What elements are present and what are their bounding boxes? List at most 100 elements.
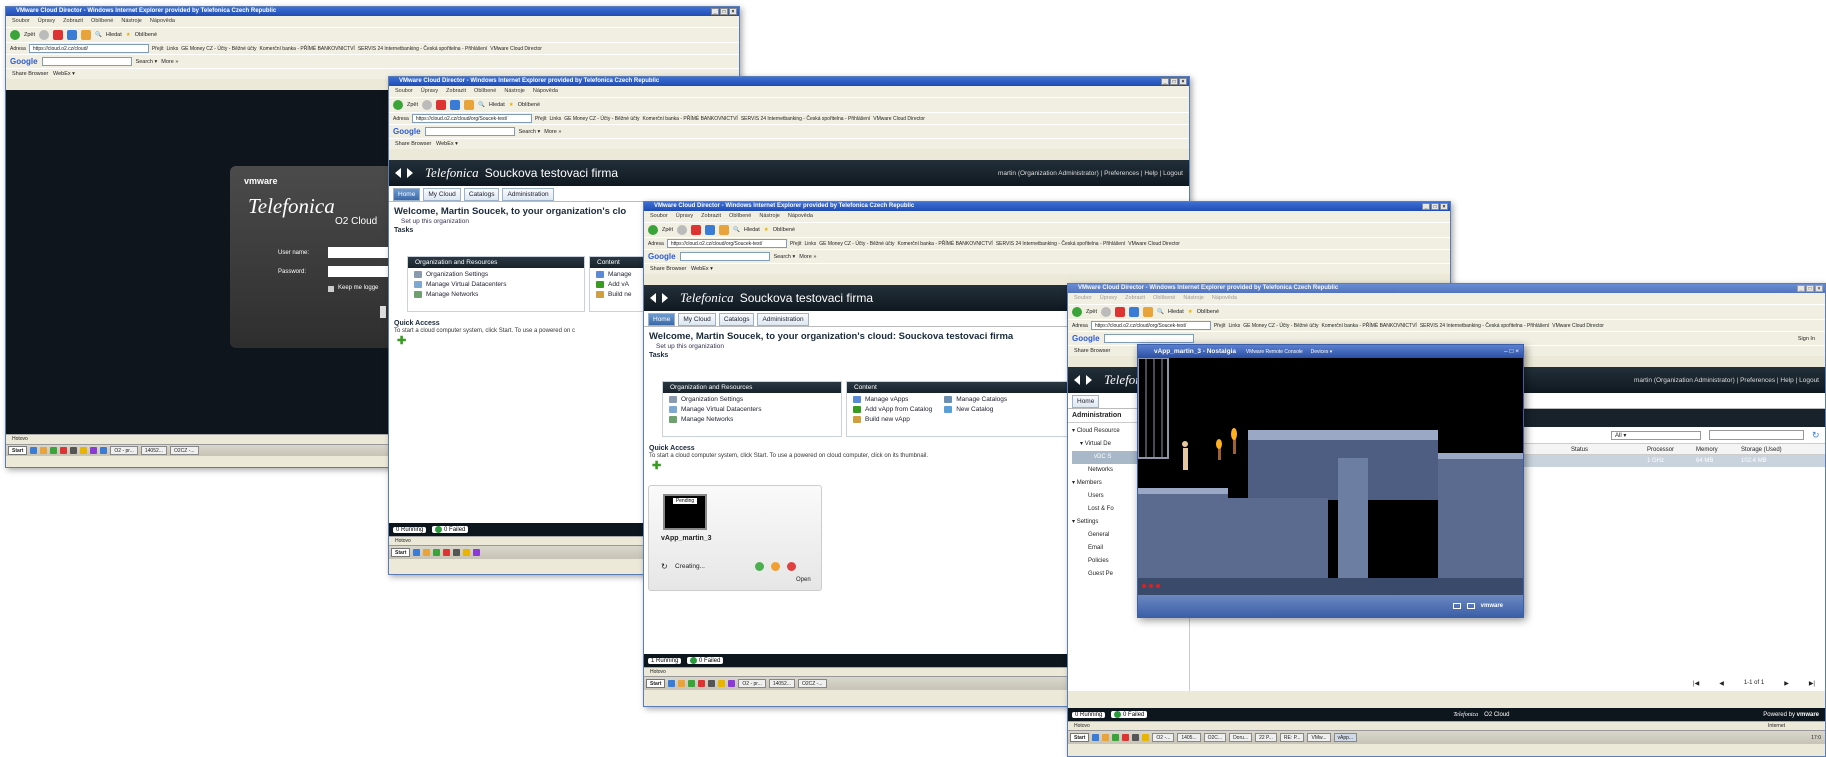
preferences-link[interactable]: Preferences (1740, 377, 1775, 384)
tab-catalogs[interactable]: Catalogs (718, 313, 755, 326)
taskbar-button[interactable]: 14052... (768, 679, 795, 688)
link-komercni[interactable]: Komerční banka - PŘÍMÉ BANKOVNICTVÍ (898, 241, 993, 247)
favorites-icon[interactable]: ★ (1188, 309, 1193, 315)
org-settings-item[interactable]: Organization Settings (663, 393, 841, 403)
stop-icon[interactable] (787, 562, 796, 571)
failed-badge[interactable]: 0 Failed (687, 656, 724, 665)
share-browser-button[interactable]: Share Browser (395, 141, 431, 147)
taskbar-button[interactable]: 22 P... (1255, 733, 1277, 742)
prev-page-icon[interactable]: ◀ (1719, 680, 1724, 687)
taskbar-button[interactable]: 1405... (1177, 733, 1201, 742)
webex-button[interactable]: WebEx ▾ (436, 141, 458, 147)
search-icon[interactable]: 🔍 (95, 32, 102, 38)
back-icon[interactable] (10, 30, 20, 40)
address-input[interactable]: https://cloud.o2.cz/cloud/org/Soucek-tes… (411, 114, 532, 123)
maximize-icon[interactable]: □ (1806, 285, 1814, 292)
help-link[interactable]: Help (1144, 170, 1157, 177)
menu-favorites[interactable]: Oblíbené (729, 213, 751, 219)
new-catalog-item[interactable]: New Catalog (938, 403, 1007, 413)
logout-link[interactable]: Logout (1163, 170, 1183, 177)
filter-search[interactable] (1709, 430, 1804, 440)
maximize-icon[interactable]: □ (1431, 203, 1439, 210)
refresh-icon[interactable]: ↻ (1812, 430, 1820, 441)
google-search-button[interactable]: Search ▾ (519, 129, 541, 135)
menu-help[interactable]: Nápověda (150, 18, 175, 24)
forward-icon[interactable] (422, 100, 433, 110)
sign-in-button[interactable]: Sign In (1798, 336, 1815, 342)
search-icon[interactable]: 🔍 (478, 102, 485, 108)
menu-file[interactable]: Soubor (650, 213, 668, 219)
back-icon[interactable] (1072, 307, 1082, 317)
refresh-icon[interactable] (1129, 307, 1140, 317)
pause-icon[interactable] (771, 562, 780, 571)
quicklaunch-icon[interactable] (678, 680, 686, 687)
quicklaunch-icon[interactable] (453, 549, 461, 556)
menu-help[interactable]: Nápověda (788, 213, 813, 219)
link-vmware[interactable]: VMware Cloud Director (1128, 241, 1180, 247)
link-ge-money[interactable]: GE Money CZ - Účty - Běžné účty (564, 116, 639, 122)
menu-file[interactable]: Soubor (395, 88, 413, 94)
help-link[interactable]: Help (1780, 377, 1793, 384)
menu-file[interactable]: Soubor (1074, 295, 1092, 301)
back-label[interactable]: Zpět (662, 227, 673, 233)
home-icon[interactable] (1143, 307, 1154, 317)
quicklaunch-icon[interactable] (40, 447, 48, 454)
favorites-icon[interactable]: ★ (509, 102, 514, 108)
home-icon[interactable] (81, 30, 92, 40)
forward-icon[interactable] (1101, 307, 1112, 317)
maximize-icon[interactable]: □ (1170, 78, 1178, 85)
favorites-icon[interactable]: ★ (126, 32, 131, 38)
tab-administration[interactable]: Administration (502, 188, 554, 201)
quicklaunch-icon[interactable] (463, 549, 471, 556)
quicklaunch-icon[interactable] (90, 447, 98, 454)
quicklaunch-icon[interactable] (423, 549, 431, 556)
favorites-label[interactable]: Oblíbené (135, 32, 157, 38)
google-search-input[interactable] (41, 57, 132, 66)
quicklaunch-icon[interactable] (718, 680, 726, 687)
keep-logged-checkbox[interactable] (328, 286, 334, 292)
quicklaunch-icon[interactable] (100, 447, 108, 454)
col-storage[interactable]: Storage (Used) (1741, 444, 1801, 454)
vapp-card[interactable]: Pending vApp_martin_3 ↻ Creating... Open (648, 485, 822, 591)
manage-vdc-item[interactable]: Manage Virtual Datacenters (408, 278, 584, 288)
share-browser-button[interactable]: Share Browser (650, 266, 686, 272)
share-browser-button[interactable]: Share Browser (1074, 348, 1110, 354)
quicklaunch-icon[interactable] (728, 680, 736, 687)
webex-button[interactable]: WebEx ▾ (53, 71, 75, 77)
google-search-input[interactable] (424, 127, 515, 136)
fullscreen-icon[interactable] (1452, 603, 1461, 609)
search-label[interactable]: Hledat (489, 102, 505, 108)
title-bar[interactable]: VMware Cloud Director - Windows Internet… (1068, 284, 1825, 293)
forward-icon[interactable] (39, 30, 50, 40)
refresh-icon[interactable] (705, 225, 716, 235)
tab-my-cloud[interactable]: My Cloud (423, 188, 461, 201)
link-komercni[interactable]: Komerční banka - PŘÍMÉ BANKOVNICTVÍ (1322, 323, 1417, 329)
quicklaunch-icon[interactable] (413, 549, 421, 556)
start-icon[interactable] (755, 562, 764, 571)
go-button[interactable]: Přejít (535, 116, 547, 122)
back-label[interactable]: Zpět (407, 102, 418, 108)
forward-arrow-icon[interactable] (662, 293, 668, 303)
link-komercni[interactable]: Komerční banka - PŘÍMÉ BANKOVNICTVÍ (260, 46, 355, 52)
menu-tools[interactable]: Nástroje (121, 18, 141, 24)
favorites-icon[interactable]: ★ (764, 227, 769, 233)
title-bar[interactable]: VMware Cloud Director - Windows Internet… (6, 7, 739, 16)
stop-icon[interactable] (53, 30, 64, 40)
manage-vapps-item[interactable]: Manage (590, 268, 648, 278)
console-title-bar[interactable]: vApp_martin_3 - Nostalgia VMware Remote … (1138, 345, 1523, 358)
forward-arrow-icon[interactable] (1086, 375, 1092, 385)
go-button[interactable]: Přejít (1214, 323, 1226, 329)
link-ge-money[interactable]: GE Money CZ - Účty - Běžné účty (181, 46, 256, 52)
address-input[interactable]: https://cloud.o2.cz/cloud/org/Soucek-tes… (666, 239, 787, 248)
tab-home[interactable]: Home (1072, 395, 1100, 408)
minimize-icon[interactable]: _ (1797, 285, 1805, 292)
first-page-icon[interactable]: |◀ (1693, 680, 1699, 687)
share-browser-button[interactable]: Share Browser (12, 71, 48, 77)
menu-help[interactable]: Nápověda (1212, 295, 1237, 301)
quicklaunch-icon[interactable] (60, 447, 68, 454)
go-button[interactable]: Přejít (790, 241, 802, 247)
tab-home[interactable]: Home (393, 188, 421, 201)
google-search-input[interactable] (679, 252, 770, 261)
search-label[interactable]: Hledat (106, 32, 122, 38)
favorites-label[interactable]: Oblíbené (773, 227, 795, 233)
